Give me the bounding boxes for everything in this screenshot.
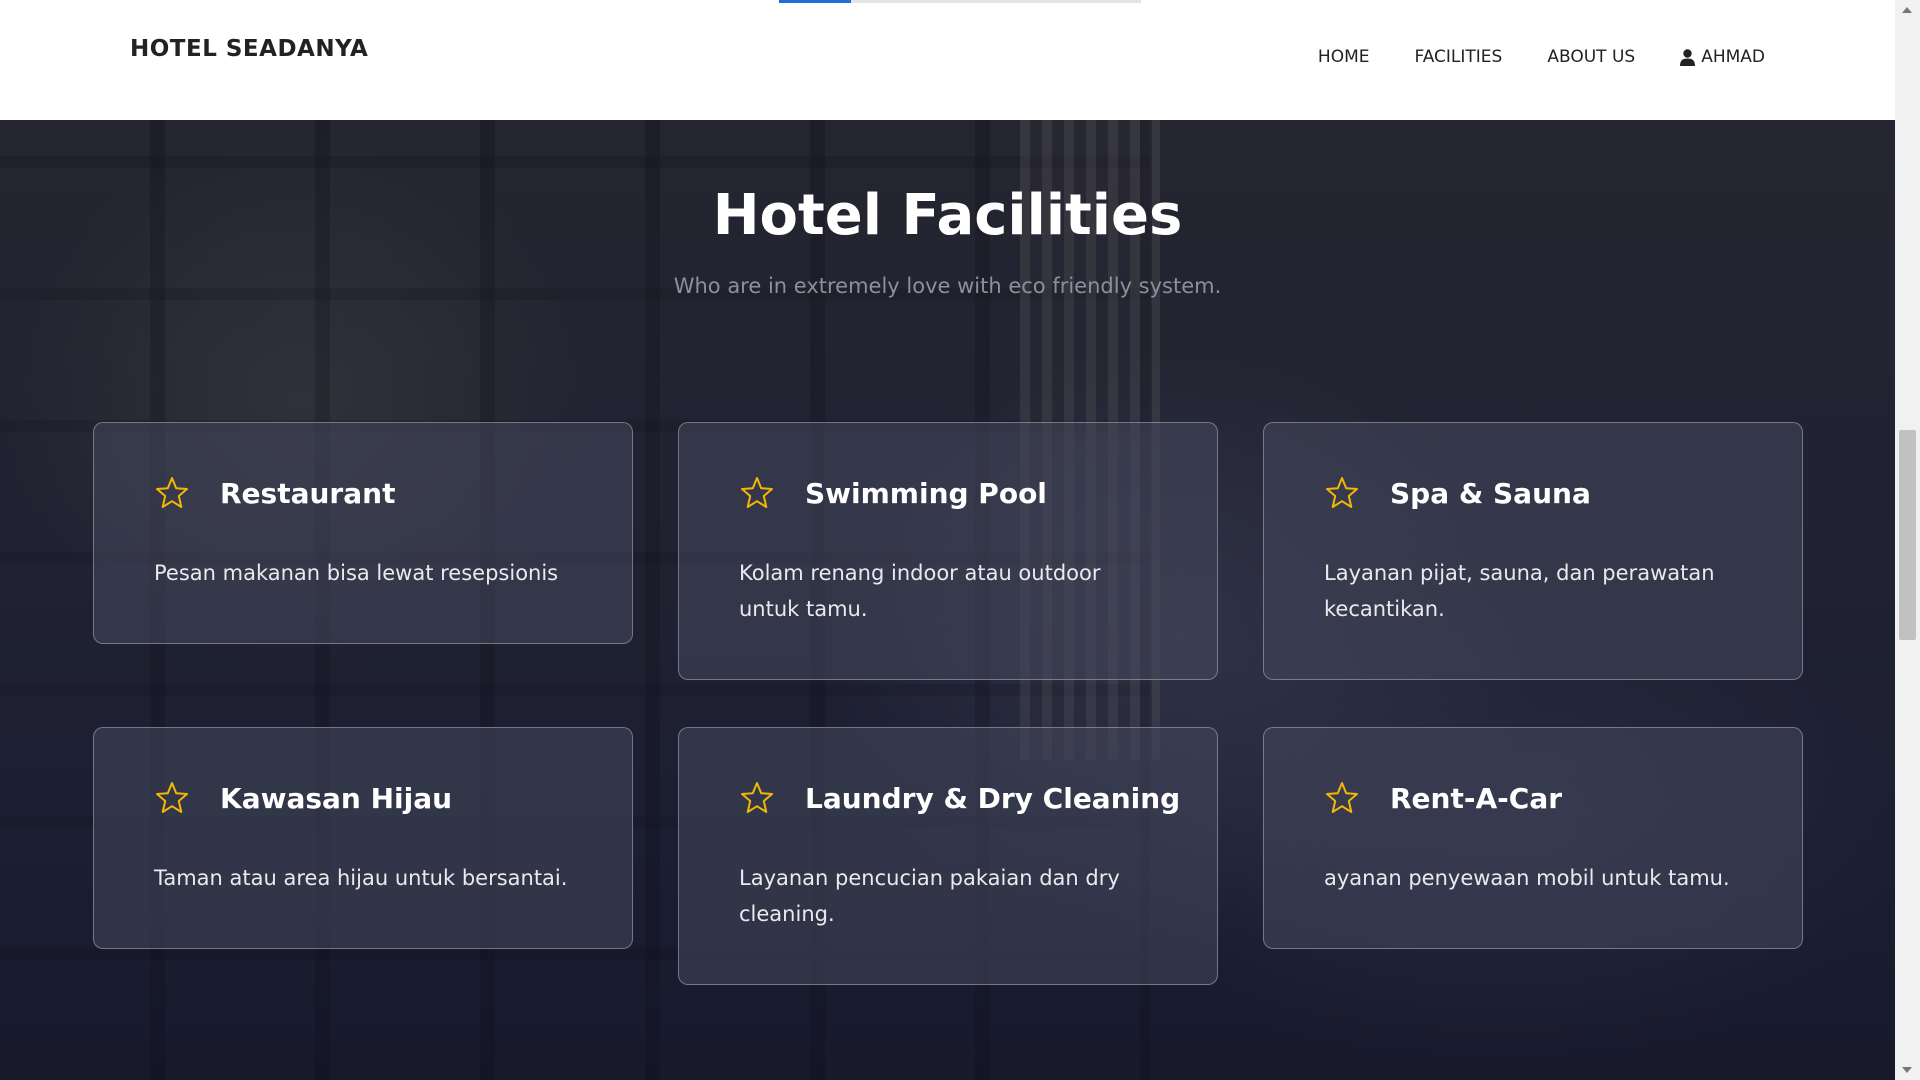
main-nav: HOME FACILITIES ABOUT US AHMAD (1318, 47, 1765, 67)
facility-title: Spa & Sauna (1390, 476, 1591, 510)
nav-facilities[interactable]: FACILITIES (1414, 47, 1502, 67)
nav-user-account[interactable]: AHMAD (1680, 47, 1765, 67)
facility-description: ayanan penyewaan mobil untuk tamu. (1324, 866, 1730, 890)
section-title: Hotel Facilities (712, 183, 1183, 248)
star-icon (1326, 477, 1358, 508)
site-header: HOTEL SEADANYA HOME FACILITIES ABOUT US … (0, 0, 1895, 120)
scroll-down-icon[interactable] (1902, 1067, 1912, 1073)
facility-title: Laundry & Dry Cleaning (805, 781, 1181, 815)
facility-card-kawasan-hijau[interactable]: Kawasan Hijau Taman atau area hijau untu… (93, 727, 633, 949)
star-icon (156, 782, 188, 813)
facility-card-swimming-pool[interactable]: Swimming Pool Kolam renang indoor atau o… (678, 422, 1218, 680)
page-scrollbar[interactable] (1895, 0, 1920, 1080)
brand-logo[interactable]: HOTEL SEADANYA (130, 36, 368, 62)
facility-title: Rent-A-Car (1390, 781, 1563, 815)
nav-home[interactable]: HOME (1318, 47, 1370, 67)
facility-description: Taman atau area hijau untuk bersantai. (154, 866, 568, 890)
facility-description: Layanan pijat, sauna, dan perawatan keca… (1324, 561, 1715, 621)
star-icon (741, 782, 773, 813)
star-icon (741, 477, 773, 508)
facility-description: Layanan pencucian pakaian dan dry cleani… (739, 866, 1120, 926)
facility-card-restaurant[interactable]: Restaurant Pesan makanan bisa lewat rese… (93, 422, 633, 644)
scroll-progress-fill (779, 0, 852, 3)
facility-title: Kawasan Hijau (220, 781, 453, 815)
facility-card-rent-a-car[interactable]: Rent-A-Car ayanan penyewaan mobil untuk … (1263, 727, 1803, 949)
star-icon (156, 477, 188, 508)
scroll-up-icon[interactable] (1902, 7, 1912, 13)
facility-description: Kolam renang indoor atau outdoor untuk t… (739, 561, 1101, 621)
facility-card-laundry[interactable]: Laundry & Dry Cleaning Layanan pencucian… (678, 727, 1218, 985)
scroll-progress-bar (779, 0, 1141, 3)
scrollbar-thumb[interactable] (1899, 430, 1916, 640)
facility-card-spa-sauna[interactable]: Spa & Sauna Layanan pijat, sauna, dan pe… (1263, 422, 1803, 680)
section-subtitle: Who are in extremely love with eco frien… (673, 274, 1222, 298)
user-icon (1680, 48, 1696, 66)
user-name: AHMAD (1701, 47, 1765, 67)
facility-description: Pesan makanan bisa lewat resepsionis (154, 561, 559, 585)
facility-title: Restaurant (220, 476, 396, 510)
nav-about-us[interactable]: ABOUT US (1547, 47, 1635, 67)
facility-title: Swimming Pool (805, 476, 1047, 510)
star-icon (1326, 782, 1358, 813)
